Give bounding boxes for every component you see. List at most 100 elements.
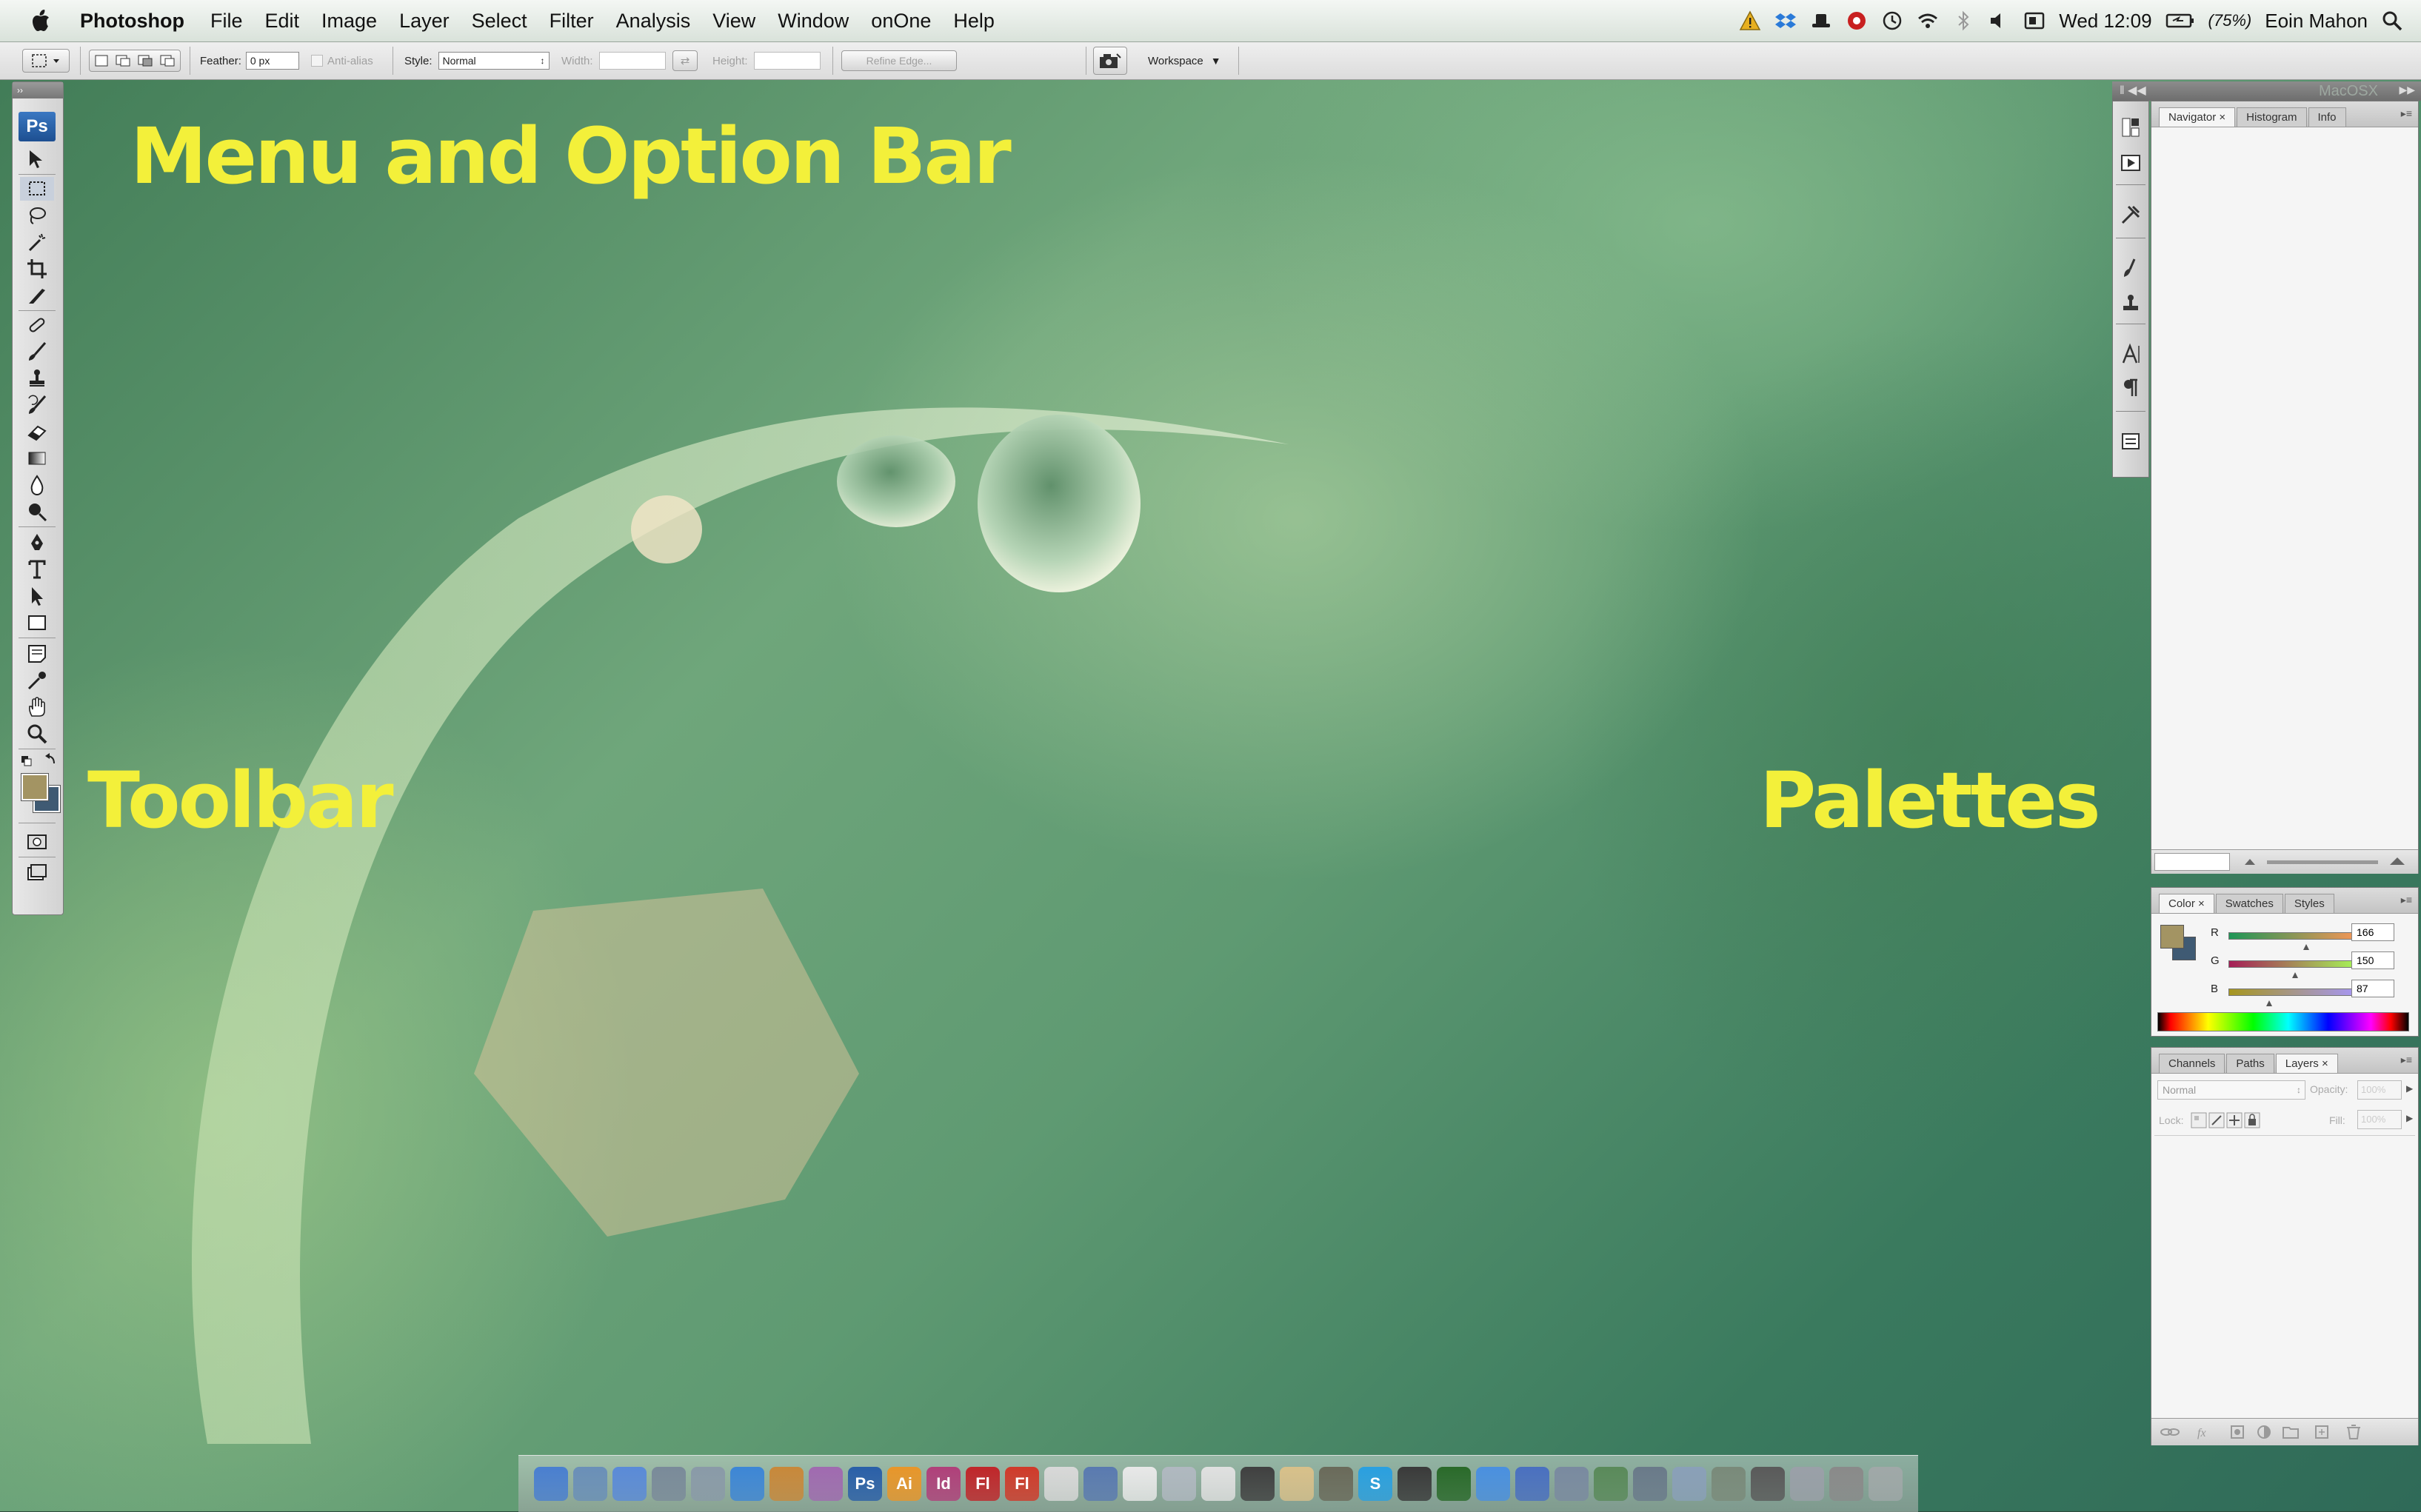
- dock-bottle-icon[interactable]: [1319, 1467, 1353, 1501]
- menu-help[interactable]: Help: [953, 10, 995, 33]
- bluetooth-icon[interactable]: [1952, 10, 1974, 32]
- marquee-tool-icon[interactable]: [20, 177, 54, 201]
- tab-histogram[interactable]: Histogram: [2237, 107, 2307, 127]
- dock-photoshop-icon[interactable]: Ps: [848, 1467, 882, 1501]
- tool-preset-button[interactable]: [22, 49, 70, 73]
- layer-mask-icon[interactable]: [2231, 1425, 2244, 1439]
- dock-finder-icon[interactable]: [534, 1467, 568, 1501]
- dock-disk-icon[interactable]: [1829, 1467, 1863, 1501]
- style-select[interactable]: Normal ↕: [438, 52, 550, 70]
- expand-icon[interactable]: ▶▶: [2399, 84, 2415, 96]
- tab-layers[interactable]: Layers ×: [2275, 1054, 2338, 1073]
- dock-illustrator-icon[interactable]: Ai: [887, 1467, 921, 1501]
- palette-dock-header[interactable]: ‖ ◀◀ MacOSX ▶▶: [2112, 81, 2421, 101]
- brushes-panel-icon[interactable]: [2120, 257, 2142, 279]
- gradient-tool-icon[interactable]: [20, 446, 54, 470]
- dock-photo-app-icon[interactable]: [769, 1467, 804, 1501]
- wifi-icon[interactable]: [1917, 10, 1939, 32]
- antialias-checkbox[interactable]: [311, 55, 323, 67]
- hat-icon[interactable]: [1810, 10, 1832, 32]
- tab-paths[interactable]: Paths: [2226, 1054, 2274, 1073]
- blur-tool-icon[interactable]: [20, 473, 54, 497]
- palette-well-button[interactable]: [1093, 47, 1127, 75]
- quick-mask-icon[interactable]: [20, 830, 54, 854]
- spotlight-search-icon[interactable]: [2381, 10, 2403, 32]
- foreground-color-swatch[interactable]: [21, 773, 49, 801]
- dock-clock-icon[interactable]: [1162, 1467, 1196, 1501]
- dock-spade-icon[interactable]: [1240, 1467, 1275, 1501]
- menu-filter[interactable]: Filter: [550, 10, 594, 33]
- lasso-tool-icon[interactable]: [20, 204, 54, 227]
- dropbox-icon[interactable]: [1774, 10, 1797, 32]
- dock-app-store-icon[interactable]: [1476, 1467, 1510, 1501]
- menu-window[interactable]: Window: [778, 10, 849, 33]
- healing-brush-tool-icon[interactable]: [20, 313, 54, 337]
- move-tool-icon[interactable]: [20, 147, 54, 171]
- navigator-zoom-slider[interactable]: [2237, 854, 2415, 869]
- ps-logo[interactable]: Ps: [19, 112, 56, 141]
- feather-input[interactable]: 0 px: [245, 52, 299, 70]
- clone-stamp-tool-icon[interactable]: [20, 367, 54, 390]
- layer-style-icon[interactable]: fx: [2197, 1427, 2206, 1439]
- palette-menu-icon[interactable]: ▸≡: [2401, 1054, 2412, 1066]
- brush-tool-icon[interactable]: [20, 340, 54, 364]
- dock-calculator-icon[interactable]: [1751, 1467, 1785, 1501]
- dock-preview-icon[interactable]: [573, 1467, 607, 1501]
- paragraph-panel-icon[interactable]: [2120, 377, 2142, 399]
- navigator-zoom-field[interactable]: [2154, 853, 2230, 871]
- eyedropper-tool-icon[interactable]: [20, 669, 54, 692]
- workspace-menu[interactable]: Workspace ▼: [1148, 42, 1221, 79]
- dock-mail-icon[interactable]: [1515, 1467, 1549, 1501]
- menu-analysis[interactable]: Analysis: [616, 10, 691, 33]
- clock-text[interactable]: Wed 12:09: [2059, 10, 2151, 33]
- dock-aperture-icon[interactable]: [809, 1467, 843, 1501]
- layer-comps-icon[interactable]: [2120, 430, 2142, 452]
- record-icon[interactable]: [1846, 10, 1868, 32]
- blend-mode-select[interactable]: Normal ↕: [2157, 1080, 2305, 1100]
- height-input[interactable]: [753, 52, 821, 70]
- lock-buttons[interactable]: [2190, 1110, 2271, 1131]
- history-panel-icon[interactable]: [2120, 116, 2142, 138]
- adjustment-layer-icon[interactable]: [2257, 1425, 2271, 1439]
- dock-flash-icon[interactable]: Fl: [966, 1467, 1000, 1501]
- apple-icon[interactable]: [27, 6, 56, 36]
- dock-indesign-icon[interactable]: Id: [926, 1467, 961, 1501]
- tab-info[interactable]: Info: [2308, 107, 2346, 127]
- actions-panel-icon[interactable]: [2120, 152, 2142, 174]
- battery-icon[interactable]: [2165, 10, 2195, 32]
- shape-tool-icon[interactable]: [20, 611, 54, 635]
- delete-layer-icon[interactable]: [2347, 1425, 2360, 1439]
- dock-ical-todo-icon[interactable]: [1083, 1467, 1118, 1501]
- dock-rocket-icon[interactable]: [1790, 1467, 1824, 1501]
- palette-menu-icon[interactable]: ▸≡: [2401, 107, 2412, 120]
- menu-file[interactable]: File: [210, 10, 243, 33]
- dock-compass-icon[interactable]: [1397, 1467, 1432, 1501]
- fill-input[interactable]: 100%: [2357, 1110, 2402, 1129]
- zoom-tool-icon[interactable]: [20, 722, 54, 746]
- warning-icon[interactable]: [1739, 10, 1761, 32]
- close-icon[interactable]: ×: [2322, 1057, 2328, 1070]
- link-layers-icon[interactable]: [2160, 1428, 2180, 1436]
- menu-onone[interactable]: onOne: [871, 10, 931, 33]
- type-tool-icon[interactable]: [20, 558, 54, 581]
- dock-vmware-icon[interactable]: [1672, 1467, 1706, 1501]
- magic-wand-tool-icon[interactable]: [20, 230, 54, 254]
- dock-system-prefs-icon[interactable]: [652, 1467, 686, 1501]
- dock-archive-icon[interactable]: [1633, 1467, 1667, 1501]
- history-brush-tool-icon[interactable]: [20, 393, 54, 417]
- menu-image[interactable]: Image: [321, 10, 377, 33]
- screen-mode-icon[interactable]: [20, 861, 54, 885]
- dock-itunes-icon[interactable]: [612, 1467, 647, 1501]
- app-menu-photoshop[interactable]: Photoshop: [80, 10, 184, 33]
- dock-flash-2-icon[interactable]: Fl: [1005, 1467, 1039, 1501]
- user-name[interactable]: Eoin Mahon: [2265, 10, 2368, 33]
- dock-activity-icon[interactable]: [1594, 1467, 1628, 1501]
- width-input[interactable]: [598, 52, 666, 70]
- tool-preset-picker[interactable]: [22, 42, 70, 79]
- tab-channels[interactable]: Channels: [2159, 1054, 2225, 1073]
- dock-safari-icon[interactable]: [730, 1467, 764, 1501]
- close-icon[interactable]: ×: [2219, 111, 2225, 124]
- slice-tool-icon[interactable]: [20, 284, 54, 307]
- clone-source-icon[interactable]: [2120, 292, 2142, 315]
- eraser-tool-icon[interactable]: [20, 420, 54, 444]
